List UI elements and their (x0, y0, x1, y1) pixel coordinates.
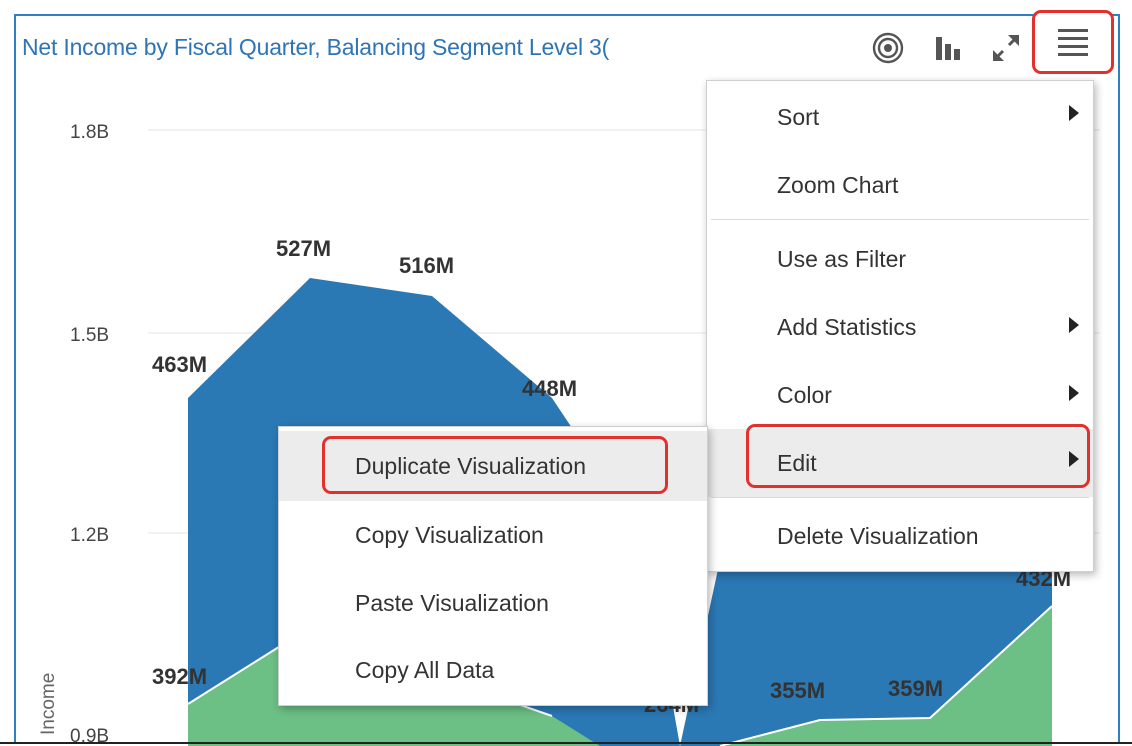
menu-item-label: Add Statistics (777, 313, 917, 340)
data-label: 359M (888, 676, 943, 701)
bar-chart-icon[interactable] (928, 26, 968, 70)
highlight-box-edit (746, 424, 1090, 488)
menu-item-delete-visualization[interactable]: Delete Visualization (707, 503, 1093, 569)
y-tick-label: 1.2B (70, 525, 109, 546)
data-label: 463M (152, 352, 207, 377)
y-tick-label: 1.8B (70, 122, 109, 143)
menu-item-paste-visualization[interactable]: Paste Visualization (279, 569, 707, 637)
menu-item-color[interactable]: Color (707, 361, 1093, 429)
data-label: 392M (152, 664, 207, 689)
menu-item-label: Color (777, 381, 832, 408)
y-axis-label: Income (38, 673, 59, 735)
submenu-arrow-icon (1069, 317, 1079, 333)
menu-item-label: Copy All Data (355, 656, 495, 683)
menu-item-label: Sort (777, 103, 820, 130)
expand-icon[interactable] (986, 26, 1026, 70)
submenu-arrow-icon (1069, 385, 1079, 401)
context-menu: Sort Zoom Chart Use as Filter Add Statis… (706, 80, 1094, 572)
menu-item-label: Copy Visualization (355, 521, 544, 548)
menu-item-label: Use as Filter (777, 245, 907, 272)
chart-title: Net Income by Fiscal Quarter, Balancing … (22, 34, 610, 60)
bottom-border (0, 742, 1132, 744)
menu-item-sort[interactable]: Sort (707, 83, 1093, 151)
y-tick-label: 1.5B (70, 325, 109, 346)
data-label: 527M (276, 236, 331, 261)
submenu-arrow-icon (1069, 105, 1079, 121)
data-label: 448M (522, 376, 577, 401)
menu-item-copy-all-data[interactable]: Copy All Data (279, 637, 707, 703)
menu-item-copy-visualization[interactable]: Copy Visualization (279, 501, 707, 569)
data-label: 516M (399, 253, 454, 278)
menu-item-label: Paste Visualization (355, 589, 549, 616)
hamburger-menu-button[interactable] (1032, 10, 1114, 74)
menu-divider (711, 497, 1089, 498)
menu-item-use-as-filter[interactable]: Use as Filter (707, 225, 1093, 293)
menu-item-add-statistics[interactable]: Add Statistics (707, 293, 1093, 361)
menu-item-label: Delete Visualization (777, 522, 979, 549)
menu-item-zoom-chart[interactable]: Zoom Chart (707, 151, 1093, 219)
hamburger-menu-icon (1058, 29, 1088, 56)
data-label: 355M (770, 678, 825, 703)
menu-divider (711, 219, 1089, 220)
menu-item-label: Zoom Chart (777, 171, 899, 198)
highlight-box-duplicate (322, 436, 668, 494)
target-icon[interactable] (868, 26, 908, 70)
